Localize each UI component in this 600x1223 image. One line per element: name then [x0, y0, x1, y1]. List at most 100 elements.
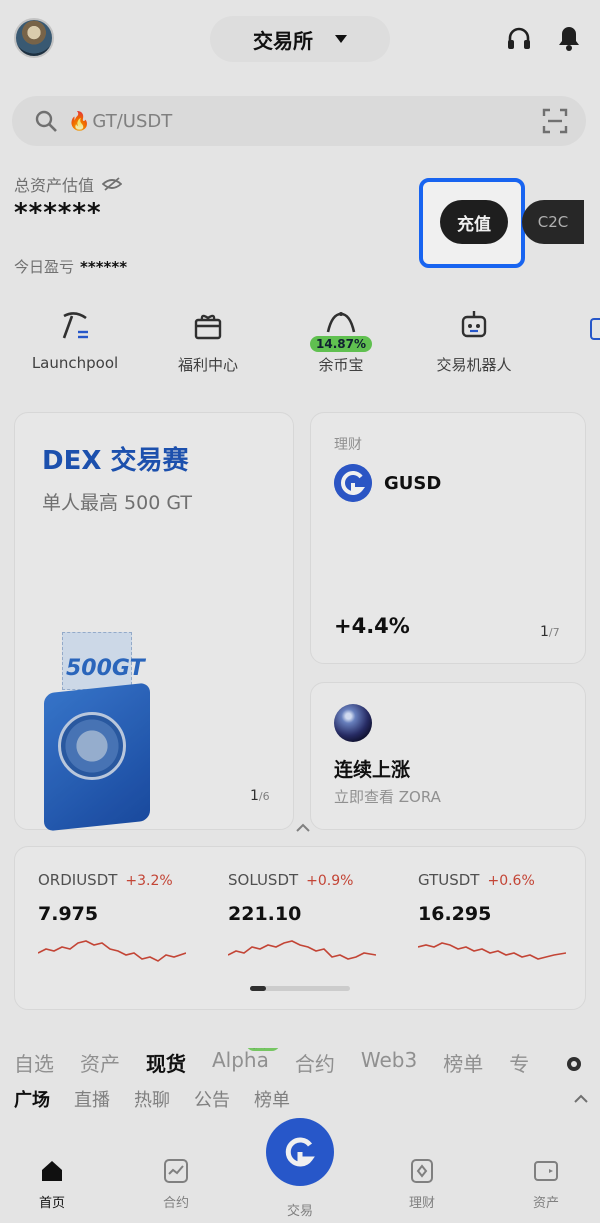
fire-icon: 🔥 [68, 110, 91, 132]
quick-launchpool[interactable]: Launchpool [10, 308, 140, 384]
tab-watchlist[interactable]: 自选 [14, 1048, 54, 1082]
tab-special[interactable]: 专 [509, 1048, 529, 1082]
gusd-logo-icon [334, 464, 372, 502]
dex-page-total: /6 [258, 790, 270, 803]
subtab-live[interactable]: 直播 [74, 1086, 110, 1112]
market-tabs: 自选 资产 现货 Alpha 积分 合约 Web3 榜单 专 [14, 1048, 554, 1082]
tab-alpha[interactable]: Alpha 积分 [212, 1048, 281, 1082]
nav-trade-label: 交易 [260, 1192, 340, 1219]
ticker-change: +0.9% [306, 873, 354, 889]
ticker-gt[interactable]: GTUSDT +0.6% 16.295 [417, 870, 588, 973]
avatar[interactable] [14, 18, 54, 58]
nav-label: 首页 [38, 1196, 65, 1211]
finance-label: 理财 [334, 437, 362, 453]
ticker-price: 221.10 [228, 903, 302, 925]
ticker-price: 16.295 [418, 903, 492, 925]
nav-label: 理财 [408, 1196, 435, 1211]
dex-title: DEX 交易赛 [42, 446, 189, 476]
tab-assets[interactable]: 资产 [80, 1048, 120, 1082]
search-icon [35, 110, 57, 132]
tab-futures[interactable]: 合约 [295, 1048, 335, 1082]
apy-badge: 14.87% [310, 336, 372, 352]
quick-trading-bot[interactable]: 交易机器人 [409, 308, 539, 384]
search-placeholder: GT/USDT [92, 110, 173, 132]
wallet-icon [534, 1161, 558, 1181]
exchange-label: 交易所 [253, 28, 313, 53]
pickaxe-icon [62, 312, 88, 339]
dex-subtitle: 单人最高 500 GT [42, 492, 192, 514]
tab-rankings[interactable]: 榜单 [443, 1048, 483, 1082]
tab-alpha-label: Alpha [212, 1048, 269, 1072]
c2c-button[interactable]: C2C [522, 200, 584, 244]
headset-icon[interactable] [506, 26, 532, 52]
gusd-page-total: /7 [548, 626, 560, 639]
nav-assets[interactable]: 资产 [506, 1158, 586, 1211]
ticket-text: 500GT [66, 656, 145, 681]
sparkline [227, 940, 377, 960]
ticker-pair: ORDIUSDT [38, 871, 118, 889]
chevron-up-icon[interactable] [572, 1092, 590, 1104]
nav-futures[interactable]: 合约 [136, 1158, 216, 1211]
finance-icon [411, 1159, 433, 1183]
nav-finance[interactable]: 理财 [382, 1158, 462, 1211]
nav-home[interactable]: 首页 [12, 1158, 92, 1211]
quick-benefits[interactable]: 福利中心 [143, 308, 273, 384]
ticker-change: +0.6% [487, 873, 535, 889]
nav-label: 合约 [162, 1196, 189, 1211]
subtab-square[interactable]: 广场 [14, 1086, 50, 1112]
asset-value: ****** [14, 198, 102, 228]
sparkline [417, 942, 567, 960]
ticker-change: +3.2% [125, 873, 173, 889]
dex-page-current: 1 [250, 788, 259, 804]
search-bar[interactable]: 🔥 GT/USDT [12, 96, 586, 146]
quick-label: 福利中心 [177, 356, 238, 374]
asset-estimate-label: 总资产估值 [14, 172, 123, 196]
zora-orb-icon [334, 704, 372, 742]
gift-icon [194, 314, 222, 340]
feed-tabs: 广场 直播 热聊 公告 榜单 [14, 1086, 290, 1112]
quick-label: 交易机器人 [436, 356, 512, 374]
ticker-price: 7.975 [38, 903, 99, 925]
partial-menu-icon [590, 318, 600, 340]
chevron-up-icon[interactable] [294, 820, 312, 834]
scan-icon[interactable] [542, 108, 568, 134]
futures-icon [164, 1159, 188, 1183]
subtab-announcement[interactable]: 公告 [194, 1086, 230, 1112]
quick-label: Launchpool [31, 354, 119, 372]
nav-label: 资产 [532, 1196, 559, 1211]
dex-pager: 1/6 [250, 788, 270, 804]
home-icon [42, 1161, 62, 1181]
pnl-label: 今日盈亏 [14, 258, 75, 276]
gate-logo-icon [285, 1137, 315, 1167]
pnl-value: ****** [80, 258, 128, 276]
zora-subtitle: 立即查看 ZORA [334, 788, 441, 806]
bell-icon[interactable] [556, 24, 582, 52]
subtab-leaderboard[interactable]: 榜单 [254, 1086, 290, 1112]
quick-savings[interactable]: 14.87% 余币宝 [276, 308, 406, 384]
ticker-pager-thumb [250, 986, 266, 991]
tab-web3[interactable]: Web3 [361, 1048, 417, 1082]
trade-button[interactable] [266, 1118, 334, 1186]
tab-spot[interactable]: 现货 [146, 1048, 186, 1082]
subtab-hot-chat[interactable]: 热聊 [134, 1086, 170, 1112]
gt-coin-illustration [58, 712, 126, 780]
deposit-button[interactable]: 充值 [440, 200, 508, 244]
ticker-sol[interactable]: SOLUSDT +0.9% 221.10 [227, 870, 398, 973]
today-pnl: 今日盈亏 ****** [14, 256, 127, 277]
ticker-pair: GTUSDT [418, 871, 480, 889]
gusd-page-current: 1 [540, 624, 549, 640]
sparkline [37, 940, 187, 962]
nav-label: 交易 [286, 1204, 313, 1219]
zora-title: 连续上涨 [334, 759, 411, 781]
caret-down-icon [335, 35, 347, 43]
gusd-pager: 1/7 [540, 624, 560, 640]
asset-estimate-text: 总资产估值 [14, 176, 95, 195]
ticker-ordi[interactable]: ORDIUSDT +3.2% 7.975 [37, 870, 208, 973]
ticker-pair: SOLUSDT [228, 871, 299, 889]
gear-icon[interactable] [564, 1054, 584, 1074]
exchange-switcher[interactable]: 交易所 [210, 16, 390, 62]
gusd-name: GUSD [384, 473, 442, 494]
points-badge: 积分 [246, 1048, 281, 1051]
robot-icon [461, 311, 487, 338]
eye-off-icon[interactable] [102, 176, 123, 192]
